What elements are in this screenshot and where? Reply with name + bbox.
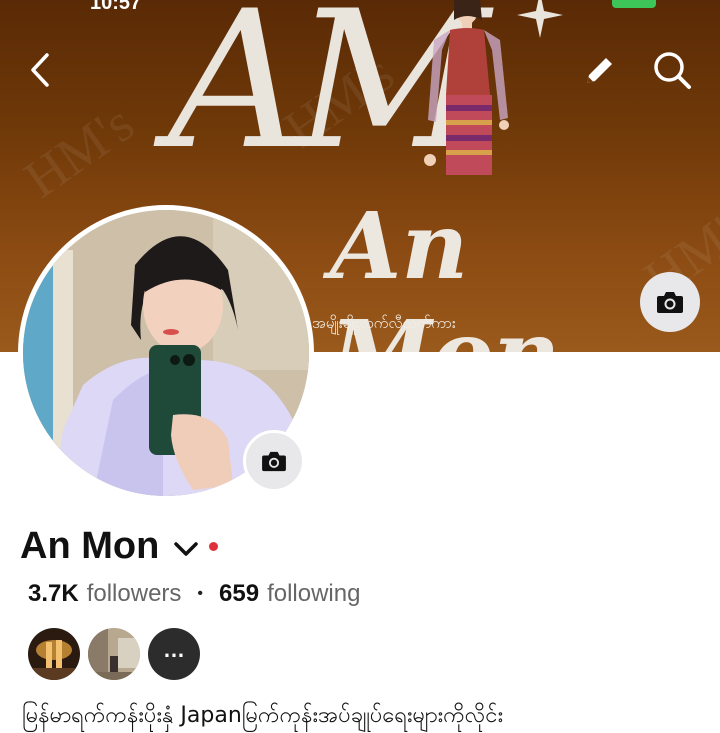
notification-dot bbox=[209, 542, 219, 551]
search-icon bbox=[654, 52, 691, 89]
following-label: following bbox=[267, 580, 361, 607]
ellipsis-icon: … bbox=[163, 637, 185, 662]
edit-profile-picture-button[interactable] bbox=[243, 430, 305, 492]
friend-photo bbox=[28, 628, 80, 680]
more-friends-button[interactable]: … bbox=[148, 628, 200, 680]
edit-button[interactable] bbox=[580, 50, 620, 90]
chevron-left-icon bbox=[31, 53, 49, 87]
profile-name: An Mon bbox=[20, 525, 160, 567]
followers-label: followers bbox=[86, 580, 182, 607]
pencil-icon bbox=[587, 58, 612, 83]
status-time: 10:57 bbox=[90, 0, 142, 14]
camera-icon bbox=[657, 292, 683, 313]
friend-avatar[interactable] bbox=[28, 628, 80, 680]
friend-avatar[interactable] bbox=[88, 628, 140, 680]
follow-stats: 3.7K followers • 659 following bbox=[28, 580, 360, 608]
profile-bio: မြန်မာရက်ကန်းပိုးနှံ Japanမြက်ကုန်းအပ်ချ… bbox=[22, 703, 504, 728]
edit-cover-photo-button[interactable] bbox=[640, 272, 700, 332]
featured-friends: … bbox=[28, 628, 200, 680]
fashion-figure-illustration bbox=[424, 0, 509, 175]
friend-photo bbox=[88, 628, 140, 680]
sparkle-icon bbox=[517, 0, 563, 38]
profile-name-row[interactable]: An Mon bbox=[20, 525, 219, 568]
following-link[interactable]: 659 following bbox=[219, 580, 360, 608]
followers-count: 3.7K bbox=[28, 580, 79, 607]
following-count: 659 bbox=[219, 580, 260, 607]
search-button[interactable] bbox=[652, 50, 692, 90]
cover-watermark: HM's bbox=[13, 92, 145, 210]
followers-link[interactable]: 3.7K followers bbox=[28, 580, 181, 608]
stats-separator: • bbox=[197, 585, 204, 602]
brand-subtitle: အမျိုးမျိုးလက်လီလက်ကား bbox=[312, 314, 456, 332]
back-button[interactable] bbox=[20, 50, 60, 90]
battery-icon bbox=[612, 0, 656, 8]
camera-icon bbox=[262, 451, 286, 472]
chevron-down-icon[interactable] bbox=[173, 541, 199, 557]
